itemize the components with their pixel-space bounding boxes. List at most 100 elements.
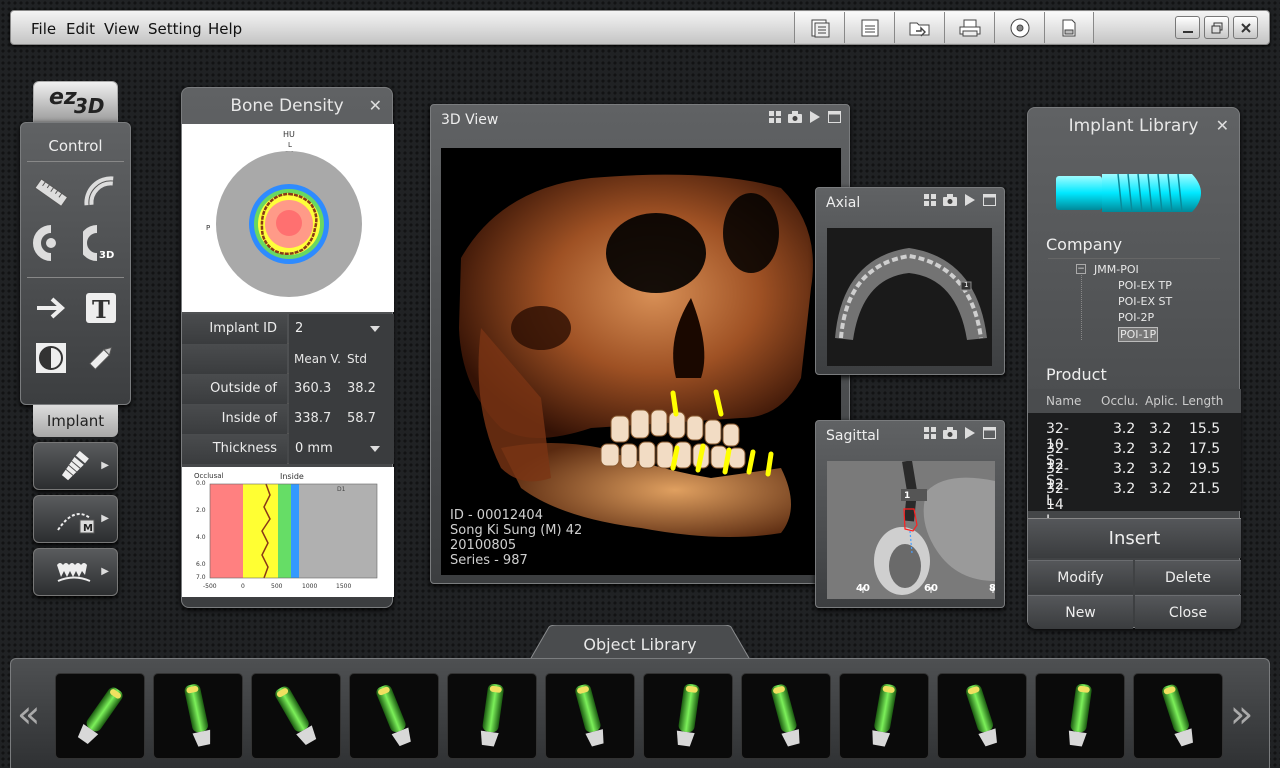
play-icon[interactable] xyxy=(964,194,976,210)
play-icon[interactable] xyxy=(809,111,821,127)
text-tool[interactable]: T xyxy=(81,288,121,328)
maximize-icon[interactable] xyxy=(983,427,996,443)
new-button[interactable]: New xyxy=(1028,595,1133,629)
disc-button[interactable] xyxy=(994,12,1044,43)
menu-setting[interactable]: Setting xyxy=(148,20,202,38)
camera-icon[interactable] xyxy=(943,194,957,210)
minimize-icon xyxy=(1182,22,1194,34)
ruler-tool[interactable] xyxy=(31,173,71,213)
open-folder-icon xyxy=(908,18,932,38)
close-button[interactable]: Close xyxy=(1135,595,1241,629)
maximize-icon[interactable] xyxy=(983,194,996,210)
angle-ruler-tool[interactable] xyxy=(81,173,121,213)
object-thumbnail[interactable] xyxy=(839,673,929,759)
tree-item[interactable]: POI-EX TP xyxy=(1118,279,1172,292)
prev-arrow[interactable]: « xyxy=(17,690,40,738)
camera-icon[interactable] xyxy=(788,111,802,127)
cell-length: 17.5 xyxy=(1189,441,1221,457)
object-thumbnail[interactable] xyxy=(349,673,439,759)
implant-model-icon xyxy=(376,685,411,747)
object-thumbnail[interactable] xyxy=(1035,673,1125,759)
object-thumbnail[interactable] xyxy=(937,673,1027,759)
view-toolbar xyxy=(924,194,996,210)
arrow-tool[interactable] xyxy=(31,288,71,328)
tree-root[interactable]: JMM-POI xyxy=(1094,263,1139,276)
product-table-header: Name Occlu. Aplic. Length xyxy=(1028,389,1241,413)
object-thumbnail[interactable] xyxy=(643,673,733,759)
axial-title: Axial xyxy=(826,195,861,211)
next-arrow[interactable]: » xyxy=(1230,690,1253,738)
xtick: 1000 xyxy=(302,583,318,590)
print-button[interactable] xyxy=(944,12,994,43)
open-folder-button[interactable] xyxy=(894,12,944,43)
chevron-down-icon xyxy=(370,446,380,452)
implant-model-icon xyxy=(575,684,604,747)
tree-item[interactable]: POI-EX ST xyxy=(1118,295,1172,308)
layout-grid-icon[interactable] xyxy=(924,194,936,210)
svg-text:T: T xyxy=(92,295,110,324)
sagittal-viewport[interactable]: 1 40 60 8 xyxy=(827,461,995,599)
bone-density-panel: Bone Density ✕ HU L D1 P Implant ID 2 Me… xyxy=(181,87,394,608)
pencil-tool[interactable] xyxy=(81,338,121,378)
xtick: -500 xyxy=(203,583,217,590)
cell-aplic: 3.2 xyxy=(1149,461,1172,477)
minimize-button[interactable] xyxy=(1175,16,1200,39)
contrast-tool[interactable] xyxy=(31,338,71,378)
tree-item[interactable]: POI-2P xyxy=(1118,311,1154,324)
logo-ez: ez xyxy=(49,85,77,110)
implant-tool-button[interactable]: ▶ xyxy=(33,442,118,490)
product-label: Product xyxy=(1046,365,1107,384)
save-button[interactable] xyxy=(844,12,894,43)
ytick: 0.0 xyxy=(196,480,206,487)
implant-tab[interactable]: Implant xyxy=(33,405,118,437)
thickness-select[interactable]: 0 mm xyxy=(289,434,394,464)
object-thumbnail[interactable] xyxy=(447,673,537,759)
object-thumbnail[interactable] xyxy=(153,673,243,759)
camera-icon[interactable] xyxy=(943,427,957,443)
inside-row: Inside of 338.7 58.7 xyxy=(182,404,394,434)
maximize-icon[interactable] xyxy=(828,111,841,127)
tree-item-selected[interactable]: POI-1P xyxy=(1118,327,1159,342)
menu-view[interactable]: View xyxy=(104,20,140,38)
layout-grid-icon[interactable] xyxy=(924,427,936,443)
restore-icon xyxy=(1211,22,1223,34)
cell-occlu: 3.2 xyxy=(1113,441,1136,457)
close-icon[interactable]: ✕ xyxy=(369,96,382,115)
object-thumbnail[interactable] xyxy=(545,673,635,759)
object-thumbnail[interactable] xyxy=(1133,673,1223,759)
axial-view-panel: Axial 1 xyxy=(815,187,1005,375)
logo-3d: 3D xyxy=(74,94,105,118)
arc-tool[interactable] xyxy=(31,223,71,263)
implant-model-icon xyxy=(872,684,897,747)
menu-edit[interactable]: Edit xyxy=(66,20,95,38)
divider xyxy=(1048,258,1220,259)
object-thumbnail[interactable] xyxy=(741,673,831,759)
object-thumbnail[interactable] xyxy=(251,673,341,759)
close-window-button[interactable] xyxy=(1233,16,1258,39)
tree-collapse-toggle[interactable]: − xyxy=(1076,264,1086,274)
modify-button[interactable]: Modify xyxy=(1028,560,1133,594)
3d-render-viewport[interactable]: ID - 00012404 Song Ki Sung (M) 42 201008… xyxy=(441,148,841,575)
restore-button[interactable] xyxy=(1204,16,1229,39)
3d-view-panel: 3D View ID - 00012404 Song Ki Sung (M) 4… xyxy=(430,104,850,584)
nerve-tool-button[interactable]: M ▶ xyxy=(33,495,118,543)
delete-button[interactable]: Delete xyxy=(1135,560,1241,594)
menu-file[interactable]: File xyxy=(31,20,56,38)
implant-model-icon xyxy=(1068,683,1092,747)
teeth-tool-button[interactable]: ▶ xyxy=(33,548,118,596)
insert-button[interactable]: Insert xyxy=(1028,518,1241,558)
export-button[interactable] xyxy=(1044,12,1094,43)
save-icon xyxy=(859,18,881,38)
layout-grid-icon[interactable] xyxy=(769,111,781,127)
implant-id-select[interactable]: 2 xyxy=(289,314,394,344)
column-header-row: Mean V. Std dev. xyxy=(182,344,394,396)
axial-viewport[interactable]: 1 xyxy=(827,228,992,366)
control-title: Control xyxy=(48,137,103,155)
report-button[interactable] xyxy=(794,12,844,43)
arc-3d-tool[interactable]: 3D xyxy=(81,223,121,263)
object-thumbnail[interactable] xyxy=(55,673,145,759)
ruler-icon xyxy=(33,175,69,211)
close-icon[interactable]: ✕ xyxy=(1216,116,1229,135)
menu-help[interactable]: Help xyxy=(208,20,242,38)
play-icon[interactable] xyxy=(964,427,976,443)
